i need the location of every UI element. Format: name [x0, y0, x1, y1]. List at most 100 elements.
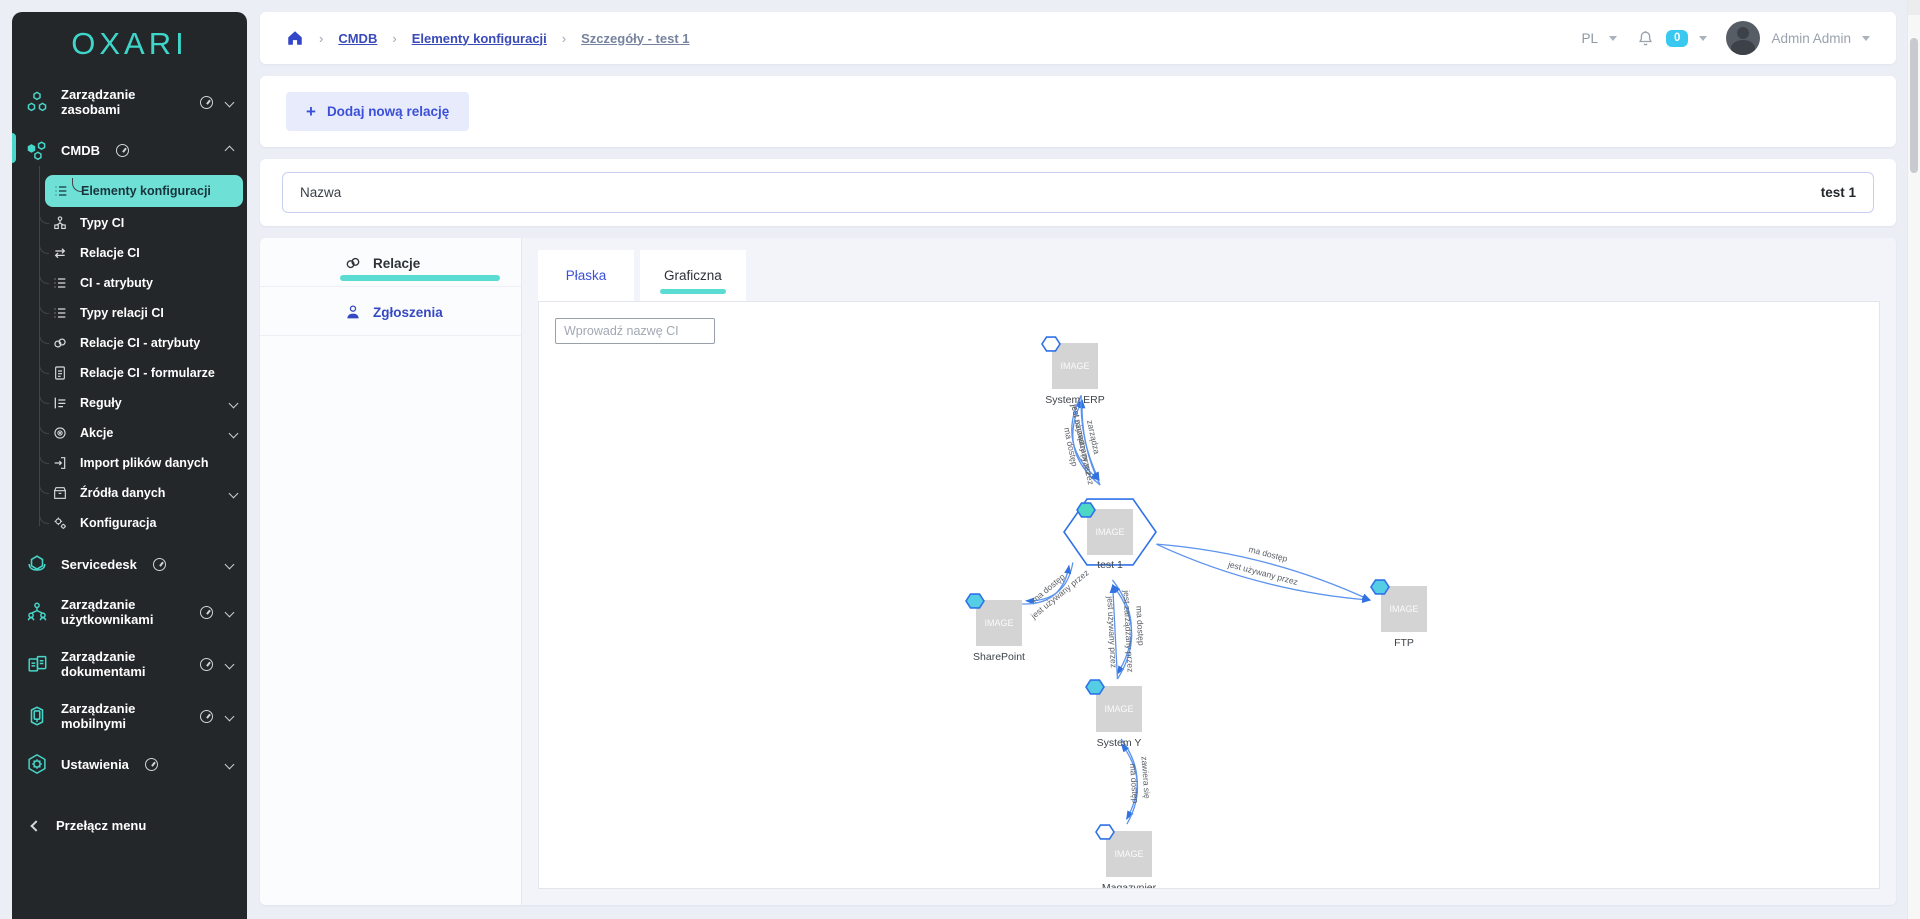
node-image-placeholder: IMAGE: [1104, 704, 1133, 714]
archive-box-icon: [52, 485, 68, 501]
sidebar-item-label: Servicedesk: [61, 557, 137, 572]
sidebar-item-relacje-ci[interactable]: Relacje CI: [12, 238, 247, 268]
rules-icon: [52, 395, 68, 411]
breadcrumb-link-elementy[interactable]: Elementy konfiguracji: [412, 31, 547, 46]
gauge-icon: [145, 758, 158, 771]
section-tab-zgloszenia[interactable]: Zgłoszenia: [260, 287, 521, 336]
notification-count-badge[interactable]: 0: [1666, 30, 1688, 47]
graph-node-label: Magazynier: [1102, 882, 1157, 888]
home-icon[interactable]: [286, 29, 304, 47]
sidebar-item-relacje-ci-atrybuty[interactable]: Relacje CI - atrybuty: [12, 328, 247, 358]
chevron-down-icon: [229, 428, 239, 438]
name-field[interactable]: Nazwa test 1: [282, 172, 1874, 213]
section-panel: Relacje Zgłoszenia: [260, 238, 522, 905]
sidebar-item-reguly[interactable]: Reguły: [12, 388, 247, 418]
sub-item-label: Relacje CI - formularze: [80, 366, 215, 380]
graph-node-ftp[interactable]: IMAGEFTP: [1371, 580, 1427, 649]
node-image-placeholder: IMAGE: [1060, 361, 1089, 371]
sub-item-label: Import plików danych: [80, 456, 209, 470]
details-card: Nazwa test 1: [260, 159, 1896, 226]
app-root: { "app": { "logo_text": "OXARI" }, "side…: [0, 0, 1920, 919]
chevron-down-icon[interactable]: [1609, 36, 1617, 41]
graph-node-systemy[interactable]: IMAGESystem Y: [1086, 680, 1142, 749]
notifications-bell-icon[interactable]: [1636, 29, 1655, 48]
topbar-right: PL 0 Admin Admin: [1582, 21, 1870, 55]
sidebar-item-servicedesk[interactable]: Servicedesk: [12, 542, 247, 586]
sidebar-item-label: CMDB: [61, 143, 100, 158]
active-tab-indicator: [660, 289, 726, 294]
breadcrumb-separator: ›: [319, 31, 323, 46]
sidebar-item-elementy-konfiguracji[interactable]: Elementy konfiguracji: [45, 175, 243, 207]
breadcrumb: › CMDB › Elementy konfiguracji › Szczegó…: [286, 29, 690, 47]
users-icon: [26, 601, 48, 623]
chevron-down-icon[interactable]: [1699, 36, 1707, 41]
sidebar-item-zarzadzanie-uzytkownikami[interactable]: Zarządzanie użytkownikami: [12, 586, 247, 638]
sidebar-item-ci-atrybuty[interactable]: CI - atrybuty: [12, 268, 247, 298]
add-relation-button[interactable]: + Dodaj nową relację: [286, 92, 469, 131]
page-scrollbar[interactable]: [1907, 0, 1920, 919]
scrollbar-thumb[interactable]: [1910, 38, 1918, 173]
sub-item-label: Elementy konfiguracji: [81, 184, 211, 198]
tab-graficzna[interactable]: Graficzna: [640, 250, 746, 301]
sidebar-item-zarzadzanie-mobilnymi[interactable]: Zarządzanie mobilnymi: [12, 690, 247, 742]
gauge-icon: [153, 558, 166, 571]
sidebar-item-akcje[interactable]: Akcje: [12, 418, 247, 448]
sidebar: OXARI Zarządzanie zasobami CMDB Elementy…: [12, 12, 247, 919]
section-label: Zgłoszenia: [373, 305, 443, 320]
sidebar-item-konfiguracja[interactable]: Konfiguracja: [12, 508, 247, 538]
relations-graph-canvas[interactable]: ma dostępjest zarządzany przezzarządzaje…: [539, 302, 1879, 888]
node-image-placeholder: IMAGE: [1095, 527, 1124, 537]
sidebar-item-zarzadzanie-zasobami[interactable]: Zarządzanie zasobami: [12, 76, 247, 128]
user-avatar[interactable]: [1726, 21, 1760, 55]
chevron-down-icon[interactable]: [1862, 36, 1870, 41]
sub-item-label: Źródła danych: [80, 486, 165, 500]
breadcrumb-separator: ›: [562, 31, 566, 46]
chevron-left-icon: [30, 820, 41, 831]
gauge-icon: [200, 658, 213, 671]
sidebar-toggle-menu[interactable]: Przełącz menu: [12, 800, 247, 851]
sidebar-item-typy-relacji-ci[interactable]: Typy relacji CI: [12, 298, 247, 328]
graph-node-erp[interactable]: IMAGESystem ERP: [1042, 337, 1105, 406]
graph-node-test1[interactable]: IMAGE test 1: [1064, 499, 1156, 571]
language-selector[interactable]: PL: [1582, 31, 1599, 46]
plus-icon: +: [306, 103, 316, 120]
sidebar-item-ustawienia[interactable]: Ustawienia: [12, 742, 247, 786]
graph-node-magazynier[interactable]: IMAGE Magazynier: [1096, 825, 1157, 888]
node-type-badge-icon: [1042, 337, 1060, 351]
gauge-icon: [200, 96, 213, 109]
sidebar-item-zarzadzanie-dokumentami[interactable]: Zarządzanie dokumentami: [12, 638, 247, 690]
ci-search-input[interactable]: [555, 318, 715, 344]
sidebar-item-label: Zarządzanie mobilnymi: [61, 701, 184, 731]
sidebar-item-label: Zarządzanie dokumentami: [61, 649, 184, 679]
sidebar-item-cmdb[interactable]: CMDB: [12, 128, 247, 172]
tab-plaska[interactable]: Płaska: [538, 250, 634, 301]
servicedesk-icon: [26, 553, 48, 575]
name-value: test 1: [1821, 185, 1856, 200]
settings-gear-icon: [26, 753, 48, 775]
graph-node-label: FTP: [1394, 637, 1414, 649]
graph-node-sharepoint[interactable]: IMAGESharePoint: [966, 594, 1025, 663]
sidebar-item-relacje-ci-formularze[interactable]: Relacje CI - formularze: [12, 358, 247, 388]
section-tab-relacje[interactable]: Relacje: [260, 238, 521, 287]
chevron-up-icon: [225, 145, 235, 155]
breadcrumb-link-cmdb[interactable]: CMDB: [338, 31, 377, 46]
node-image-placeholder: IMAGE: [1114, 849, 1143, 859]
sub-item-label: Akcje: [80, 426, 113, 440]
breadcrumb-current[interactable]: Szczegóły - test 1: [581, 31, 689, 46]
node-type-badge-icon: [1086, 680, 1104, 694]
chevron-down-icon: [225, 759, 235, 769]
tab-area: Płaska Graficzna ma dostępjest zarządzan…: [522, 238, 1896, 905]
graph-edge-label: zawiera się: [1140, 756, 1153, 799]
graph-node-label: SharePoint: [973, 651, 1025, 663]
sidebar-item-import-plikow-danych[interactable]: Import plików danych: [12, 448, 247, 478]
person-icon: [344, 303, 362, 321]
add-relation-label: Dodaj nową relację: [327, 104, 449, 119]
scrollbar-up-button[interactable]: [1908, 0, 1920, 15]
sub-item-label: Relacje CI - atrybuty: [80, 336, 200, 350]
graph-node-label: test 1: [1097, 559, 1123, 571]
sidebar-item-typy-ci[interactable]: Typy CI: [12, 208, 247, 238]
sidebar-item-zrodla-danych[interactable]: Źródła danych: [12, 478, 247, 508]
list-icon: [53, 183, 69, 199]
import-icon: [52, 455, 68, 471]
gears-icon: [52, 515, 68, 531]
